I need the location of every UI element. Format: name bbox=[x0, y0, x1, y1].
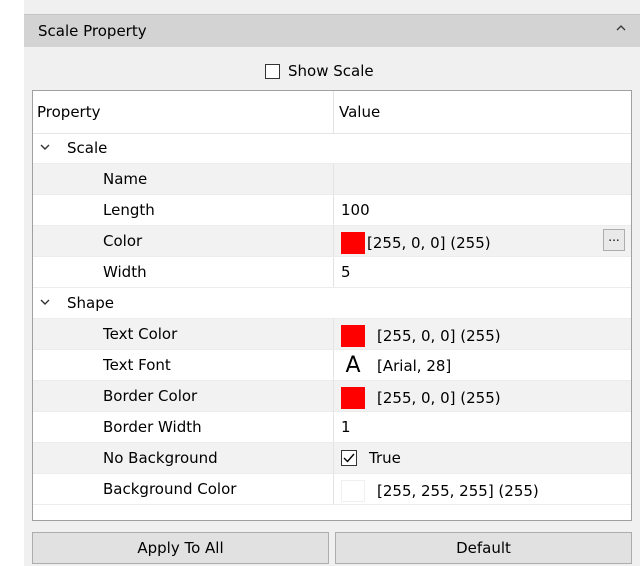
row-divider bbox=[333, 350, 334, 380]
property-row-text-color[interactable]: Text Color [255, 0, 0] (255) bbox=[33, 319, 631, 350]
scale-property-panel: Scale Property Show Scale Property Value… bbox=[24, 0, 640, 566]
chevron-down-icon[interactable] bbox=[39, 142, 51, 152]
property-name: Length bbox=[103, 201, 155, 219]
property-row-border-color[interactable]: Border Color [255, 0, 0] (255) bbox=[33, 381, 631, 412]
row-divider bbox=[333, 381, 334, 411]
property-row-border-width[interactable]: Border Width 1 bbox=[33, 412, 631, 443]
category-label: Scale bbox=[67, 139, 108, 157]
column-header-value: Value bbox=[339, 103, 381, 121]
show-scale-checkbox[interactable]: Show Scale bbox=[265, 60, 374, 82]
property-value[interactable]: True bbox=[341, 449, 401, 467]
grid-column-header: Property Value bbox=[33, 91, 631, 134]
property-value[interactable]: 1 bbox=[341, 418, 351, 436]
row-divider bbox=[333, 195, 334, 225]
property-row-no-background[interactable]: No Background True bbox=[33, 443, 631, 474]
row-divider bbox=[333, 257, 334, 287]
property-row-name[interactable]: Name bbox=[33, 164, 631, 195]
property-value[interactable]: [255, 0, 0] (255) bbox=[341, 325, 501, 347]
column-divider[interactable] bbox=[333, 91, 334, 133]
property-value[interactable]: 100 bbox=[341, 201, 370, 219]
color-swatch bbox=[341, 480, 365, 502]
property-value[interactable]: [255, 0, 0] (255) bbox=[341, 387, 501, 409]
color-value-text: [255, 255, 255] (255) bbox=[377, 482, 539, 500]
color-swatch bbox=[341, 232, 365, 254]
color-swatch bbox=[341, 387, 365, 409]
property-value[interactable]: 5 bbox=[341, 263, 351, 281]
row-divider bbox=[333, 164, 334, 194]
checkbox-box[interactable] bbox=[265, 63, 280, 79]
property-row-color[interactable]: Color [255, 0, 0] (255) ... bbox=[33, 226, 631, 257]
property-name: Name bbox=[103, 170, 148, 188]
color-picker-button[interactable]: ... bbox=[603, 229, 625, 251]
row-divider bbox=[333, 443, 334, 473]
color-value-text: [255, 0, 0] (255) bbox=[367, 234, 491, 252]
font-icon: A bbox=[345, 353, 361, 378]
panel-title: Scale Property bbox=[38, 22, 147, 40]
property-row-length[interactable]: Length 100 bbox=[33, 195, 631, 226]
property-value[interactable]: A [Arial, 28] bbox=[341, 353, 452, 378]
category-label: Shape bbox=[67, 294, 114, 312]
property-name: No Background bbox=[103, 449, 218, 467]
show-scale-label: Show Scale bbox=[288, 62, 374, 80]
color-value-text: [255, 0, 0] (255) bbox=[377, 327, 501, 345]
property-row-background-color[interactable]: Background Color [255, 255, 255] (255) bbox=[33, 474, 631, 505]
panel-header[interactable]: Scale Property bbox=[24, 14, 640, 47]
color-value-text: [255, 0, 0] (255) bbox=[377, 389, 501, 407]
property-name: Border Color bbox=[103, 387, 198, 405]
property-value[interactable]: [255, 0, 0] (255) bbox=[341, 232, 491, 254]
row-divider bbox=[333, 319, 334, 349]
column-header-property: Property bbox=[37, 103, 101, 121]
property-value[interactable]: [255, 255, 255] (255) bbox=[341, 480, 539, 502]
checkbox-value-text: True bbox=[369, 449, 401, 467]
chevron-up-icon[interactable] bbox=[614, 21, 628, 35]
chevron-down-icon[interactable] bbox=[39, 297, 51, 307]
property-row-width[interactable]: Width 5 bbox=[33, 257, 631, 288]
apply-to-all-button[interactable]: Apply To All bbox=[32, 532, 329, 564]
checkbox-checked[interactable] bbox=[341, 450, 357, 466]
property-grid: Property Value Scale Name Length 100 Col… bbox=[32, 90, 632, 521]
color-swatch bbox=[341, 325, 365, 347]
row-divider bbox=[333, 226, 334, 256]
category-row-shape[interactable]: Shape bbox=[33, 288, 631, 319]
property-name: Color bbox=[103, 232, 143, 250]
row-divider bbox=[333, 412, 334, 442]
default-button[interactable]: Default bbox=[335, 532, 632, 564]
property-name: Text Font bbox=[103, 356, 171, 374]
check-icon bbox=[343, 453, 355, 463]
property-name: Background Color bbox=[103, 480, 237, 498]
font-value-text: [Arial, 28] bbox=[377, 357, 452, 375]
row-divider bbox=[333, 474, 334, 504]
property-name: Border Width bbox=[103, 418, 202, 436]
property-name: Width bbox=[103, 263, 147, 281]
property-name: Text Color bbox=[103, 325, 178, 343]
category-row-scale[interactable]: Scale bbox=[33, 133, 631, 164]
property-row-text-font[interactable]: Text Font A [Arial, 28] bbox=[33, 350, 631, 381]
